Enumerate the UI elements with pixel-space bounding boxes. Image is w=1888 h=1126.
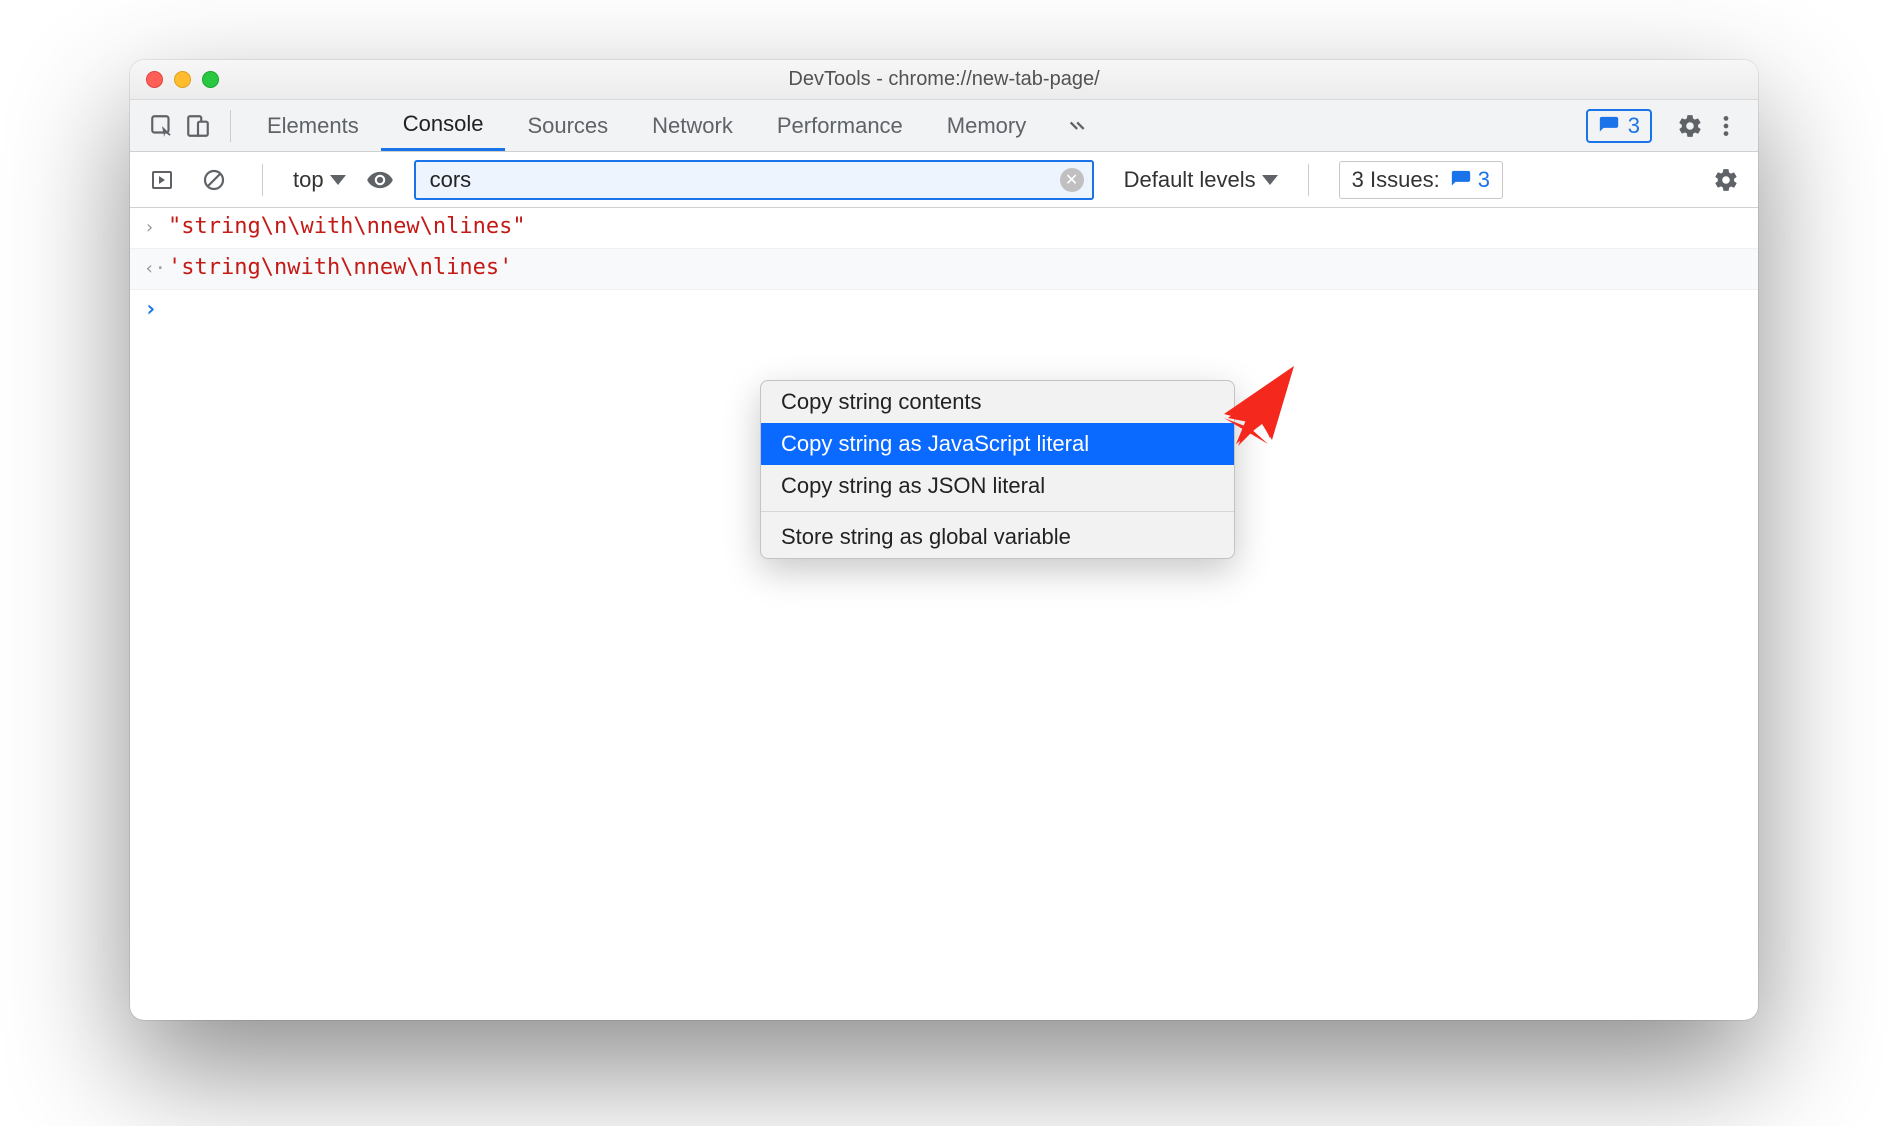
console-body: › "string\n\with\nnew\nlines" ‹· 'string… [130,208,1758,330]
console-text: "string\n\with\nnew\nlines" [168,214,526,239]
levels-label: Default levels [1124,167,1256,193]
main-tabstrip: Elements Console Sources Network Perform… [130,100,1758,152]
console-text: 'string\nwith\nnew\nlines' [168,255,512,280]
device-toolbar-icon[interactable] [180,108,216,144]
result-marker-icon: ‹· [144,255,168,283]
context-label: top [293,167,324,193]
issues-box[interactable]: 3 Issues: 3 [1339,161,1503,199]
log-levels-selector[interactable]: Default levels [1124,167,1278,193]
toggle-sidebar-icon[interactable] [144,162,180,198]
more-tabs-chevron-icon[interactable] [1060,108,1096,144]
tab-sources[interactable]: Sources [505,100,630,151]
titlebar: DevTools - chrome://new-tab-page/ [130,60,1758,100]
tab-elements[interactable]: Elements [245,100,381,151]
console-result[interactable]: ‹· 'string\nwith\nnew\nlines' [130,249,1758,290]
settings-gear-icon[interactable] [1672,108,1708,144]
chevron-down-icon [1262,175,1278,185]
console-toolbar: top ✕ Default levels 3 Issues: 3 [130,152,1758,208]
window-title: DevTools - chrome://new-tab-page/ [130,68,1758,91]
menu-separator [761,511,1234,512]
devtools-window: DevTools - chrome://new-tab-page/ Elemen… [130,60,1758,1020]
issues-chip-count: 3 [1628,113,1640,139]
tabs: Elements Console Sources Network Perform… [245,100,1048,151]
context-menu: Copy string contents Copy string as Java… [760,380,1235,559]
chevron-down-icon [330,175,346,185]
console-prompt[interactable]: › [130,290,1758,330]
chat-icon [1450,169,1472,191]
chevron-right-icon: › [144,214,168,242]
divider [1308,164,1309,196]
clear-console-icon[interactable] [196,162,232,198]
filter-input[interactable] [430,167,1060,193]
clear-filter-icon[interactable]: ✕ [1060,168,1084,192]
tab-performance[interactable]: Performance [755,100,925,151]
console-settings-gear-icon[interactable] [1708,162,1744,198]
tab-network[interactable]: Network [630,100,755,151]
menu-store-as-global[interactable]: Store string as global variable [761,516,1234,558]
divider [230,110,231,142]
tab-memory[interactable]: Memory [925,100,1048,151]
menu-copy-string-as-json-literal[interactable]: Copy string as JSON literal [761,465,1234,507]
live-expression-eye-icon[interactable] [362,162,398,198]
prompt-chevron-icon: › [144,296,168,324]
menu-copy-string-contents[interactable]: Copy string contents [761,381,1234,423]
tab-console[interactable]: Console [381,100,506,151]
issues-label: 3 Issues: [1352,167,1440,193]
console-input-echo[interactable]: › "string\n\with\nnew\nlines" [130,208,1758,249]
divider [262,164,263,196]
kebab-menu-icon[interactable] [1708,108,1744,144]
inspect-element-icon[interactable] [144,108,180,144]
issues-count: 3 [1478,167,1490,193]
menu-copy-string-as-js-literal[interactable]: Copy string as JavaScript literal [761,423,1234,465]
filter-input-wrapper: ✕ [414,160,1094,200]
issues-chip[interactable]: 3 [1586,109,1652,143]
context-selector[interactable]: top [293,167,346,193]
